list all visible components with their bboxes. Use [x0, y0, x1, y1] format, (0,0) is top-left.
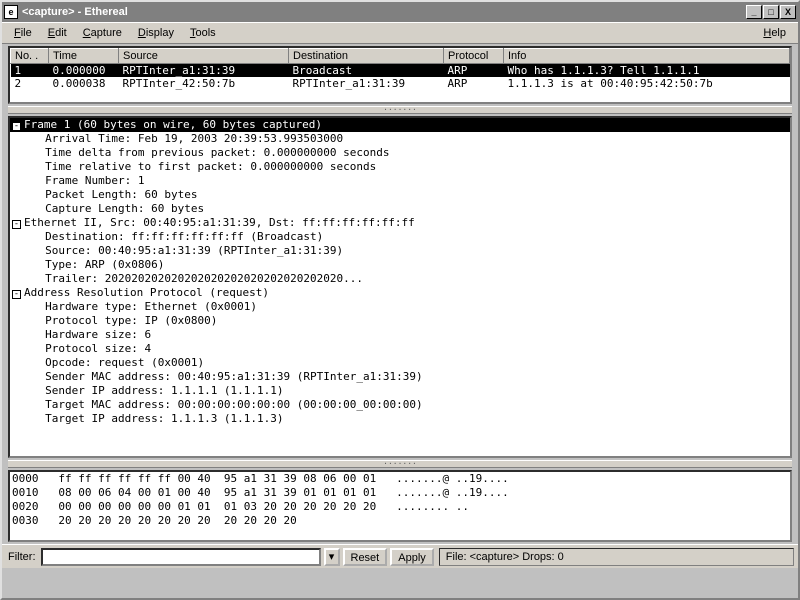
hex-line[interactable]: 0010 08 00 06 04 00 01 00 40 95 a1 31 39…: [10, 486, 790, 500]
cell-protocol: ARP: [444, 77, 504, 90]
table-row[interactable]: 20.000038RPTInter_42:50:7bRPTInter_a1:31…: [11, 77, 790, 90]
menu-file[interactable]: File: [6, 25, 40, 41]
menubar: File Edit Capture Display Tools Help: [2, 22, 798, 44]
detail-pkt-len[interactable]: Packet Length: 60 bytes: [10, 188, 790, 202]
detail-arp-tip[interactable]: Target IP address: 1.1.1.3 (1.1.1.3): [10, 412, 790, 426]
close-button[interactable]: X: [780, 5, 796, 19]
col-time[interactable]: Time: [49, 49, 119, 64]
splitter-1[interactable]: ·······: [8, 106, 792, 114]
detail-delta[interactable]: Time delta from previous packet: 0.00000…: [10, 146, 790, 160]
detail-arp-sip[interactable]: Sender IP address: 1.1.1.1 (1.1.1.1): [10, 384, 790, 398]
collapse-icon[interactable]: -: [12, 122, 21, 131]
hex-line[interactable]: 0000 ff ff ff ff ff ff 00 40 95 a1 31 39…: [10, 472, 790, 486]
detail-eth-trailer[interactable]: Trailer: 2020202020202020202020202020202…: [10, 272, 790, 286]
window-title: <capture> - Ethereal: [22, 6, 745, 18]
cell-info: 1.1.1.3 is at 00:40:95:42:50:7b: [504, 77, 790, 90]
detail-eth-header[interactable]: -Ethernet II, Src: 00:40:95:a1:31:39, Ds…: [10, 216, 790, 230]
minimize-button[interactable]: _: [746, 5, 762, 19]
col-destination[interactable]: Destination: [289, 49, 444, 64]
col-protocol[interactable]: Protocol: [444, 49, 504, 64]
titlebar: e <capture> - Ethereal _ □ X: [2, 2, 798, 22]
detail-pane[interactable]: -Frame 1 (60 bytes on wire, 60 bytes cap…: [8, 116, 792, 458]
collapse-icon[interactable]: -: [12, 290, 21, 299]
col-source[interactable]: Source: [119, 49, 289, 64]
detail-eth-src[interactable]: Source: 00:40:95:a1:31:39 (RPTInter_a1:3…: [10, 244, 790, 258]
hex-line[interactable]: 0020 00 00 00 00 00 00 01 01 01 03 20 20…: [10, 500, 790, 514]
detail-arrival[interactable]: Arrival Time: Feb 19, 2003 20:39:53.9935…: [10, 132, 790, 146]
filter-dropdown-button[interactable]: ▾: [324, 548, 340, 566]
menu-capture[interactable]: Capture: [75, 25, 130, 41]
maximize-button[interactable]: □: [763, 5, 779, 19]
detail-arp-hwsize[interactable]: Hardware size: 6: [10, 328, 790, 342]
filter-label: Filter:: [6, 551, 38, 563]
detail-frame-no[interactable]: Frame Number: 1: [10, 174, 790, 188]
splitter-2[interactable]: ·······: [8, 460, 792, 468]
status-text: File: <capture> Drops: 0: [439, 548, 794, 566]
col-info[interactable]: Info: [504, 49, 790, 64]
cell-info: Who has 1.1.1.3? Tell 1.1.1.1: [504, 64, 790, 78]
col-no[interactable]: No. .: [11, 49, 49, 64]
cell-protocol: ARP: [444, 64, 504, 78]
detail-cap-len[interactable]: Capture Length: 60 bytes: [10, 202, 790, 216]
collapse-icon[interactable]: -: [12, 220, 21, 229]
app-icon: e: [4, 5, 18, 19]
apply-button[interactable]: Apply: [390, 548, 434, 566]
detail-arp-tmac[interactable]: Target MAC address: 00:00:00:00:00:00 (0…: [10, 398, 790, 412]
detail-arp-smac[interactable]: Sender MAC address: 00:40:95:a1:31:39 (R…: [10, 370, 790, 384]
detail-frame-header[interactable]: -Frame 1 (60 bytes on wire, 60 bytes cap…: [10, 118, 790, 132]
cell-destination: Broadcast: [289, 64, 444, 78]
detail-eth-dst[interactable]: Destination: ff:ff:ff:ff:ff:ff (Broadcas…: [10, 230, 790, 244]
table-row[interactable]: 10.000000RPTInter_a1:31:39BroadcastARPWh…: [11, 64, 790, 78]
detail-arp-psize[interactable]: Protocol size: 4: [10, 342, 790, 356]
reset-button[interactable]: Reset: [343, 548, 388, 566]
hex-line[interactable]: 0030 20 20 20 20 20 20 20 20 20 20 20 20: [10, 514, 790, 528]
packet-list-pane[interactable]: No. . Time Source Destination Protocol I…: [8, 46, 792, 104]
detail-arp-opcode[interactable]: Opcode: request (0x0001): [10, 356, 790, 370]
cell-time: 0.000038: [49, 77, 119, 90]
cell-source: RPTInter_a1:31:39: [119, 64, 289, 78]
detail-eth-type[interactable]: Type: ARP (0x0806): [10, 258, 790, 272]
menu-tools[interactable]: Tools: [182, 25, 224, 41]
filter-input[interactable]: [41, 548, 321, 566]
hex-pane[interactable]: 0000 ff ff ff ff ff ff 00 40 95 a1 31 39…: [8, 470, 792, 542]
detail-arp-header[interactable]: -Address Resolution Protocol (request): [10, 286, 790, 300]
bottom-bar: Filter: ▾ Reset Apply File: <capture> Dr…: [2, 544, 798, 568]
cell-destination: RPTInter_a1:31:39: [289, 77, 444, 90]
cell-no: 1: [11, 64, 49, 78]
cell-source: RPTInter_42:50:7b: [119, 77, 289, 90]
detail-arp-hw[interactable]: Hardware type: Ethernet (0x0001): [10, 300, 790, 314]
menu-help[interactable]: Help: [755, 25, 794, 41]
menu-edit[interactable]: Edit: [40, 25, 75, 41]
cell-time: 0.000000: [49, 64, 119, 78]
detail-relative[interactable]: Time relative to first packet: 0.0000000…: [10, 160, 790, 174]
menu-display[interactable]: Display: [130, 25, 182, 41]
detail-arp-proto[interactable]: Protocol type: IP (0x0800): [10, 314, 790, 328]
cell-no: 2: [11, 77, 49, 90]
